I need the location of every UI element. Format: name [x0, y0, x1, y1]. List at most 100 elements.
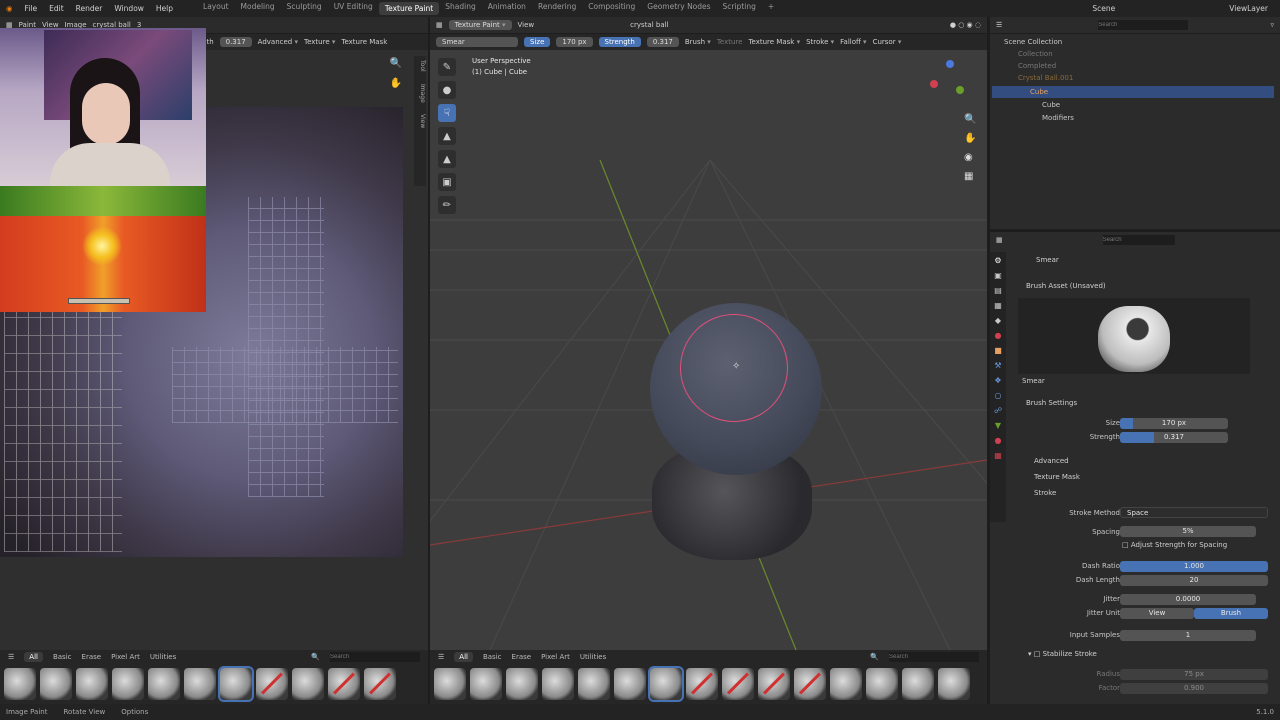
- brush-asset-panel[interactable]: Brush Asset (Unsaved): [1026, 282, 1106, 290]
- menu-render[interactable]: Render: [70, 4, 109, 13]
- add-workspace-icon[interactable]: +: [762, 2, 780, 15]
- texture-mask-panel[interactable]: Texture Mask: [1034, 473, 1080, 481]
- mode-dropdown[interactable]: Texture Paint: [448, 20, 512, 30]
- view-menu[interactable]: View: [518, 21, 535, 29]
- shelf-tab-erase[interactable]: Erase: [512, 653, 532, 661]
- grid-icon[interactable]: ▦: [964, 171, 976, 182]
- shelf-tab-pixel-art[interactable]: Pixel Art: [111, 653, 140, 661]
- shelf-search-input[interactable]: [330, 652, 420, 662]
- factor-field[interactable]: 0.900: [1120, 683, 1268, 694]
- outliner-root[interactable]: Scene Collection: [1004, 36, 1280, 48]
- camera-icon[interactable]: ◉: [964, 152, 976, 163]
- brush-thumbnail[interactable]: [506, 668, 538, 700]
- outliner-item-collection[interactable]: Collection: [1018, 48, 1280, 60]
- brush-thumbnail[interactable]: [902, 668, 934, 700]
- soften-tool-icon[interactable]: ●: [438, 81, 456, 99]
- shelf-menu-icon[interactable]: ☰: [8, 653, 14, 661]
- brush-thumbnail[interactable]: [686, 668, 718, 700]
- brush-thumbnail[interactable]: [184, 668, 216, 700]
- stroke-method-dropdown[interactable]: Space: [1120, 507, 1268, 518]
- particles-tab-icon[interactable]: ❖: [994, 376, 1001, 385]
- editor-type-icon[interactable]: ☰: [996, 21, 1002, 29]
- cursor-menu[interactable]: Cursor: [873, 38, 902, 46]
- shelf-search-icon[interactable]: 🔍: [311, 653, 320, 661]
- view-layer-selector[interactable]: ViewLayer: [1217, 4, 1280, 13]
- brush-preview[interactable]: [1018, 298, 1250, 374]
- side-tab-image[interactable]: Image: [414, 84, 426, 103]
- brush-thumbnail[interactable]: [758, 668, 790, 700]
- brush-thumbnail[interactable]: [4, 668, 36, 700]
- menu-edit[interactable]: Edit: [43, 4, 70, 13]
- navigation-gizmo[interactable]: [928, 60, 968, 100]
- brush-selector[interactable]: Smear: [436, 37, 518, 47]
- view-layer-tab-icon[interactable]: ▦: [994, 301, 1002, 310]
- texture-dropdown[interactable]: Texture: [304, 38, 335, 46]
- shelf-tab-basic[interactable]: Basic: [53, 653, 72, 661]
- 3d-viewport[interactable]: ✧ User Perspective (1) Cube | Cube ✎ ● ☟…: [430, 50, 987, 650]
- material-selector[interactable]: crystal ball: [630, 21, 668, 29]
- strength-field[interactable]: 0.317: [646, 37, 679, 47]
- shelf-tab-all[interactable]: All: [454, 652, 473, 662]
- mask-tool-icon[interactable]: ▣: [438, 173, 456, 191]
- brush-thumbnail[interactable]: [434, 668, 466, 700]
- brush-thumbnail[interactable]: [292, 668, 324, 700]
- radius-field[interactable]: 75 px: [1120, 669, 1268, 680]
- strength-field[interactable]: 0.317: [219, 37, 252, 47]
- tab-scripting[interactable]: Scripting: [717, 2, 762, 15]
- side-tab-view[interactable]: View: [414, 114, 426, 128]
- tab-texture-paint[interactable]: Texture Paint: [378, 2, 440, 15]
- outliner-item-cube-selected[interactable]: Cube: [992, 86, 1274, 98]
- shelf-tab-utilities[interactable]: Utilities: [580, 653, 606, 661]
- shelf-tab-all[interactable]: All: [24, 652, 43, 662]
- shelf-tab-erase[interactable]: Erase: [82, 653, 102, 661]
- brush-thumbnail[interactable]: [218, 666, 254, 702]
- outliner-item-modifiers[interactable]: Modifiers: [1042, 112, 1280, 124]
- modifier-tab-icon[interactable]: ⚒: [994, 361, 1001, 370]
- fill-tool-icon[interactable]: ▲: [438, 150, 456, 168]
- texture-mask-dropdown[interactable]: Texture Mask: [341, 38, 387, 46]
- physics-tab-icon[interactable]: ○: [995, 391, 1002, 400]
- outliner-item-completed[interactable]: Completed: [1018, 60, 1280, 72]
- shelf-tab-utilities[interactable]: Utilities: [150, 653, 176, 661]
- properties-search-input[interactable]: [1102, 235, 1175, 245]
- draw-tool-icon[interactable]: ✎: [438, 58, 456, 76]
- brush-thumbnail[interactable]: [40, 668, 72, 700]
- shelf-menu-icon[interactable]: ☰: [438, 653, 444, 661]
- pan-hand-icon[interactable]: ✋: [964, 133, 976, 144]
- shelf-tab-basic[interactable]: Basic: [483, 653, 502, 661]
- menu-file[interactable]: File: [19, 4, 44, 13]
- brush-thumbnail[interactable]: [722, 668, 754, 700]
- jitter-field[interactable]: 0.0000: [1120, 594, 1256, 605]
- spacing-field[interactable]: 5%: [1120, 526, 1256, 537]
- data-tab-icon[interactable]: ▼: [995, 421, 1001, 430]
- menu-window[interactable]: Window: [108, 4, 150, 13]
- brush-thumbnail[interactable]: [364, 668, 396, 700]
- shading-buttons[interactable]: ● ○ ◉ ◌: [950, 21, 981, 29]
- size-field[interactable]: 170 px: [556, 37, 593, 47]
- scene-tab-icon[interactable]: ◆: [995, 316, 1001, 325]
- brush-thumbnail[interactable]: [76, 668, 108, 700]
- jitter-unit-view[interactable]: View: [1120, 608, 1194, 619]
- brush-menu[interactable]: Brush: [685, 38, 711, 46]
- object-tab-icon[interactable]: ■: [994, 346, 1002, 355]
- adjust-strength-checkbox[interactable]: □ Adjust Strength for Spacing: [1122, 541, 1227, 549]
- output-tab-icon[interactable]: ▤: [994, 286, 1002, 295]
- outliner-item-crystal-ball[interactable]: Crystal Ball.001: [1018, 72, 1280, 84]
- brush-thumbnail[interactable]: [256, 668, 288, 700]
- brush-settings-panel[interactable]: Brush Settings: [1026, 399, 1077, 407]
- brush-thumbnail[interactable]: [578, 668, 610, 700]
- scene-selector[interactable]: Scene: [1080, 4, 1127, 13]
- annotate-tool-icon[interactable]: ✏: [438, 196, 456, 214]
- texture-menu[interactable]: Texture: [717, 38, 743, 46]
- editor-type-icon[interactable]: ▦: [436, 21, 443, 29]
- brush-thumbnail[interactable]: [794, 668, 826, 700]
- dash-ratio-field[interactable]: 1.000: [1120, 561, 1268, 572]
- menu-help[interactable]: Help: [150, 4, 179, 13]
- editor-type-icon[interactable]: ▦: [996, 236, 1003, 244]
- advanced-panel[interactable]: Advanced: [1034, 457, 1069, 465]
- stroke-menu[interactable]: Stroke: [806, 38, 834, 46]
- falloff-menu[interactable]: Falloff: [840, 38, 866, 46]
- clone-tool-icon[interactable]: ▲: [438, 127, 456, 145]
- tab-animation[interactable]: Animation: [482, 2, 532, 15]
- zoom-icon[interactable]: 🔍: [388, 58, 404, 69]
